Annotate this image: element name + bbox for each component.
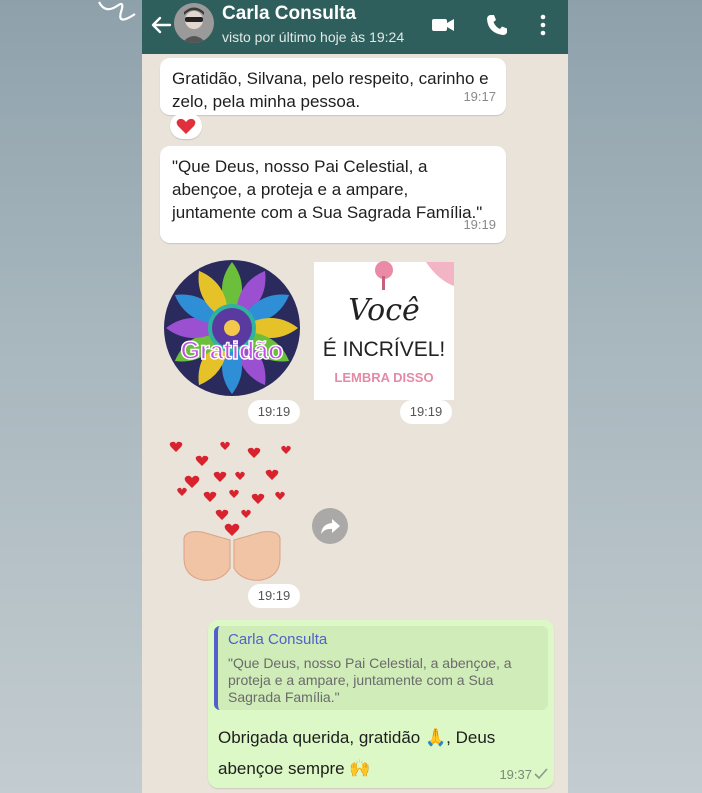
more-vert-icon[interactable] xyxy=(530,12,556,38)
sticker-time: 19:19 xyxy=(248,400,300,424)
incoming-message[interactable]: "Que Deus, nosso Pai Celestial, a abenҫo… xyxy=(160,146,506,243)
message-time: 19:17 xyxy=(463,89,496,104)
message-text: Gratidão, Silvana, pelo respeito, carinh… xyxy=(172,69,489,111)
forward-button[interactable] xyxy=(312,508,348,544)
sticker-line2: É INCRÍVEL! xyxy=(323,338,446,361)
avatar[interactable] xyxy=(174,3,214,43)
avatar-photo xyxy=(174,3,214,43)
quoted-author: Carla Consulta xyxy=(228,631,328,648)
sticker-time: 19:19 xyxy=(400,400,452,424)
sticker-gratidao[interactable]: Gratidão xyxy=(162,258,302,398)
red-heart-icon xyxy=(176,118,196,134)
chat-screen: Carla Consulta visto por último hoje às … xyxy=(142,0,568,793)
sticker-voce-incrivel[interactable]: Você É INCRÍVEL! LEMBRA DISSO xyxy=(314,258,454,400)
quoted-text: "Que Deus, nosso Pai Celestial, a abenҫo… xyxy=(228,655,512,705)
back-arrow-icon[interactable] xyxy=(146,10,176,40)
phone-icon[interactable] xyxy=(484,12,510,38)
forward-icon xyxy=(321,519,340,534)
sticker-time: 19:19 xyxy=(248,584,300,608)
incoming-message[interactable]: Gratidão, Silvana, pelo respeito, carinh… xyxy=(160,58,506,115)
contact-name[interactable]: Carla Consulta xyxy=(222,3,356,25)
message-text: "Que Deus, nosso Pai Celestial, a abenҫo… xyxy=(172,157,483,222)
message-time: 19:37 xyxy=(499,767,532,782)
message-text: Obrigada querida, gratidão 🙏, Deus abenç… xyxy=(218,728,496,778)
message-time: 19:19 xyxy=(463,217,496,232)
sticker-line3: LEMBRA DISSO xyxy=(334,370,433,385)
last-seen-status: visto por último hoje às 19:24 xyxy=(222,29,405,45)
read-check-icon xyxy=(534,768,548,780)
outgoing-message[interactable]: Carla Consulta "Que Deus, nosso Pai Cele… xyxy=(208,620,554,788)
video-call-icon[interactable] xyxy=(430,12,456,38)
chat-header: Carla Consulta visto por último hoje às … xyxy=(142,0,568,54)
sticker-line1: Você xyxy=(348,293,420,328)
reaction-badge[interactable] xyxy=(170,113,202,139)
sticker-hearts-hands[interactable] xyxy=(162,440,302,584)
sticker-word: Gratidão xyxy=(181,337,284,365)
quoted-message[interactable]: Carla Consulta "Que Deus, nosso Pai Cele… xyxy=(214,626,548,710)
